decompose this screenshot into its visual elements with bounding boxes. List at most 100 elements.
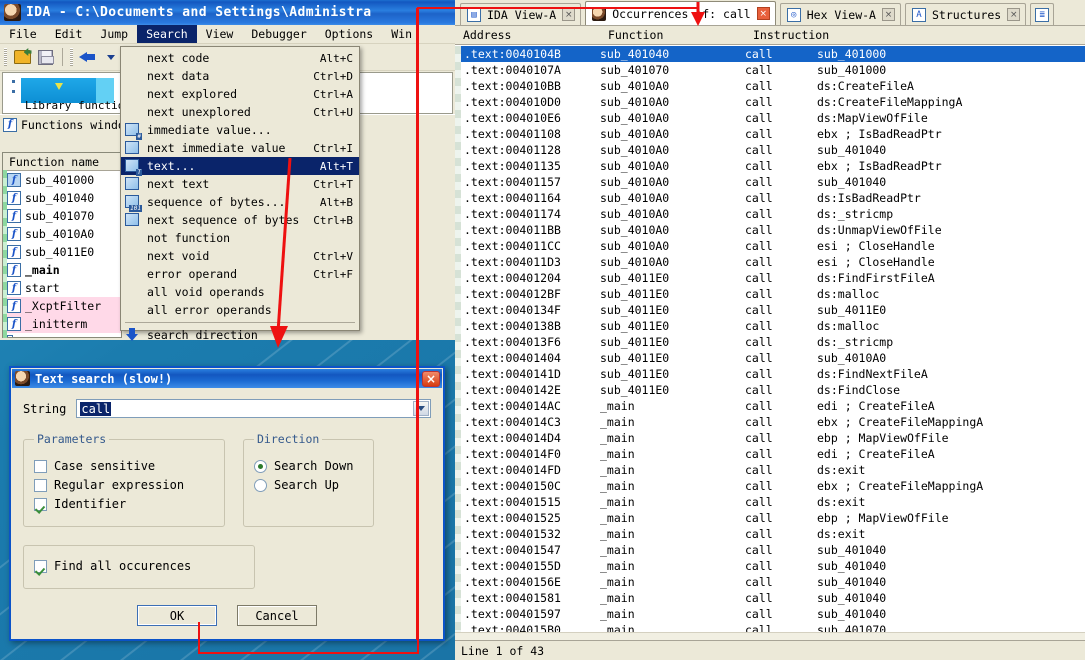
function-row[interactable]: f _XcptFilter bbox=[3, 297, 121, 315]
menu-item-sequence-of-bytes[interactable]: 101 sequence of bytes... Alt+B bbox=[121, 193, 359, 212]
function-row[interactable]: f _initterm bbox=[3, 315, 121, 333]
table-row[interactable]: .text:00401597 _main call sub_401040 bbox=[455, 606, 1085, 622]
table-row[interactable]: .text:00401157 sub_4010A0 call sub_401040 bbox=[455, 174, 1085, 190]
navigate-back-dropdown[interactable] bbox=[101, 47, 121, 67]
search-up-radio[interactable]: Search Up bbox=[254, 478, 363, 492]
search-dropdown-menu[interactable]: next code Alt+C next data Ctrl+D next ex… bbox=[120, 46, 360, 342]
navigate-back-button[interactable] bbox=[78, 47, 98, 67]
radio-dot[interactable] bbox=[254, 459, 267, 473]
menu-item-next-void[interactable]: next void Ctrl+V bbox=[121, 247, 359, 265]
tab-occurrences-of-call[interactable]: Occurrences of: call × bbox=[585, 1, 776, 25]
table-row[interactable]: .text:00401525 _main call ebp ; MapViewOfFi… bbox=[455, 510, 1085, 526]
regular-expression-checkbox[interactable]: Regular expression bbox=[34, 478, 214, 492]
table-row[interactable]: .text:00401547 _main call sub_401040 bbox=[455, 542, 1085, 558]
table-row[interactable]: .text:004012BF sub_4011E0 call ds:malloc bbox=[455, 286, 1085, 302]
function-row[interactable]: f start bbox=[3, 279, 121, 297]
tab-enums-partial[interactable]: ≣ bbox=[1030, 3, 1055, 25]
menu-item-next-immediate-value[interactable]: next immediate value Ctrl+I bbox=[121, 139, 359, 157]
menu-debugger[interactable]: Debugger bbox=[242, 25, 315, 43]
menu-item-next-explored[interactable]: next explored Ctrl+A bbox=[121, 85, 359, 103]
search-down-radio[interactable]: Search Down bbox=[254, 459, 363, 473]
menu-item-next-text[interactable]: next text Ctrl+T bbox=[121, 175, 359, 193]
table-row[interactable]: .text:004014D4 _main call ebp ; MapViewOfFi… bbox=[455, 430, 1085, 446]
table-row[interactable]: .text:0040142E sub_4011E0 call ds:FindClose bbox=[455, 382, 1085, 398]
column-header-function[interactable]: Function bbox=[600, 28, 745, 42]
menu-item-all-error-operands[interactable]: all error operands bbox=[121, 301, 359, 319]
search-string-value[interactable]: call bbox=[80, 401, 112, 416]
table-row[interactable]: .text:004010D0 sub_4010A0 call ds:CreateFil… bbox=[455, 94, 1085, 110]
menu-item-not-function[interactable]: not function bbox=[121, 229, 359, 247]
table-row[interactable]: .text:004013F6 sub_4011E0 call ds:_stricmp bbox=[455, 334, 1085, 350]
table-row[interactable]: .text:004014FD _main call ds:exit bbox=[455, 462, 1085, 478]
open-file-button[interactable] bbox=[12, 47, 32, 67]
function-row[interactable]: f sub_4011E0 bbox=[3, 243, 121, 261]
table-row[interactable]: .text:0040107A sub_401070 call sub_401000 bbox=[455, 62, 1085, 78]
function-row[interactable]: f sub_4010A0 bbox=[3, 225, 121, 243]
ok-button[interactable]: OK bbox=[137, 605, 217, 626]
menu-window[interactable]: Win bbox=[382, 25, 421, 43]
menu-jump[interactable]: Jump bbox=[91, 25, 137, 43]
menu-file[interactable]: File bbox=[0, 25, 46, 43]
table-row[interactable]: .text:0040138B sub_4011E0 call ds:malloc bbox=[455, 318, 1085, 334]
checkbox-box[interactable] bbox=[34, 459, 47, 473]
table-row[interactable]: .text:004010E6 sub_4010A0 call ds:MapViewOf… bbox=[455, 110, 1085, 126]
function-row[interactable]: f sub_401070 bbox=[3, 207, 121, 225]
menu-item-text[interactable]: T text... Alt+T bbox=[121, 157, 359, 176]
table-row[interactable]: .text:00401164 sub_4010A0 call ds:IsBadRead… bbox=[455, 190, 1085, 206]
table-row[interactable]: .text:004010BB sub_4010A0 call ds:CreateFil… bbox=[455, 78, 1085, 94]
identifier-checkbox[interactable]: Identifier bbox=[34, 497, 214, 511]
menu-item-all-void-operands[interactable]: all void operands bbox=[121, 283, 359, 301]
table-row[interactable]: .text:00401204 sub_4011E0 call ds:FindFirst… bbox=[455, 270, 1085, 286]
table-row[interactable]: .text:004011BB sub_4010A0 call ds:UnmapView… bbox=[455, 222, 1085, 238]
table-row[interactable]: .text:00401174 sub_4010A0 call ds:_stricmp bbox=[455, 206, 1085, 222]
menu-item-next-sequence-of-bytes[interactable]: next sequence of bytes Ctrl+B bbox=[121, 211, 359, 229]
column-header-address[interactable]: Address bbox=[455, 28, 600, 42]
checkbox-box[interactable] bbox=[34, 497, 47, 511]
menu-item-immediate-value[interactable]: # immediate value... bbox=[121, 121, 359, 140]
table-row[interactable]: .text:00401581 _main call sub_401040 bbox=[455, 590, 1085, 606]
table-row[interactable]: .text:00401515 _main call ds:exit bbox=[455, 494, 1085, 510]
checkbox-box[interactable] bbox=[34, 478, 47, 492]
table-row[interactable]: .text:004014AC _main call edi ; CreateFileA bbox=[455, 398, 1085, 414]
horizontal-scrollbar[interactable] bbox=[455, 632, 1085, 640]
table-row[interactable]: .text:0040134F sub_4011E0 call sub_4011E0 bbox=[455, 302, 1085, 318]
menu-item-next-code[interactable]: next code Alt+C bbox=[121, 49, 359, 67]
menu-view[interactable]: View bbox=[197, 25, 243, 43]
table-row[interactable]: .text:00401532 _main call ds:exit bbox=[455, 526, 1085, 542]
close-icon[interactable]: × bbox=[1007, 8, 1021, 21]
menu-item-next-data[interactable]: next data Ctrl+D bbox=[121, 67, 359, 85]
table-row[interactable]: .text:004011CC sub_4010A0 call esi ; CloseH… bbox=[455, 238, 1085, 254]
table-row[interactable]: .text:00401108 sub_4010A0 call ebx ; IsBadR… bbox=[455, 126, 1085, 142]
case-sensitive-checkbox[interactable]: Case sensitive bbox=[34, 459, 214, 473]
chevron-down-icon[interactable] bbox=[413, 401, 429, 416]
menu-search[interactable]: Search bbox=[137, 25, 197, 43]
function-row[interactable]: f sub_401000 bbox=[3, 171, 121, 189]
table-row[interactable]: .text:0040155D _main call sub_401040 bbox=[455, 558, 1085, 574]
function-row[interactable]: f _main bbox=[3, 261, 121, 279]
close-icon[interactable]: × bbox=[881, 8, 895, 21]
toolbar-grip[interactable] bbox=[4, 48, 7, 66]
toolbar-grip-2[interactable] bbox=[70, 48, 73, 66]
functions-list[interactable]: Function name f sub_401000 f sub_401040 fs… bbox=[2, 152, 122, 338]
save-file-button[interactable] bbox=[35, 47, 55, 67]
table-row[interactable]: .text:00401128 sub_4010A0 call sub_401040 bbox=[455, 142, 1085, 158]
menu-item-search-direction[interactable]: search direction bbox=[121, 326, 359, 344]
table-row[interactable]: .text:0040156E _main call sub_401040 bbox=[455, 574, 1085, 590]
menu-options[interactable]: Options bbox=[316, 25, 382, 43]
table-row[interactable]: .text:0040141D sub_4011E0 call ds:FindNextF… bbox=[455, 366, 1085, 382]
close-icon[interactable]: × bbox=[422, 370, 440, 387]
find-all-occurences-checkbox[interactable]: Find all occurences bbox=[34, 559, 244, 573]
tab-ida-view-a[interactable]: ▤ IDA View-A × bbox=[460, 3, 582, 25]
table-row[interactable]: .text:00401404 sub_4011E0 call sub_4010A0 bbox=[455, 350, 1085, 366]
function-row[interactable]: f sub_401040 bbox=[3, 189, 121, 207]
cancel-button[interactable]: Cancel bbox=[237, 605, 317, 626]
function-row[interactable]: f__setdefaultpre bbox=[3, 333, 121, 337]
tab-structures[interactable]: A Structures × bbox=[904, 3, 1027, 25]
search-string-combobox[interactable]: call bbox=[76, 399, 431, 418]
close-icon[interactable]: × bbox=[562, 8, 576, 21]
menu-edit[interactable]: Edit bbox=[46, 25, 92, 43]
table-row[interactable]: .text:0040104B sub_401040 call sub_401000 bbox=[455, 46, 1085, 62]
table-row[interactable]: .text:004014F0 _main call edi ; CreateFileA bbox=[455, 446, 1085, 462]
table-row[interactable]: .text:00401135 sub_4010A0 call ebx ; IsBadR… bbox=[455, 158, 1085, 174]
table-row[interactable]: .text:0040150C _main call ebx ; CreateFileM… bbox=[455, 478, 1085, 494]
